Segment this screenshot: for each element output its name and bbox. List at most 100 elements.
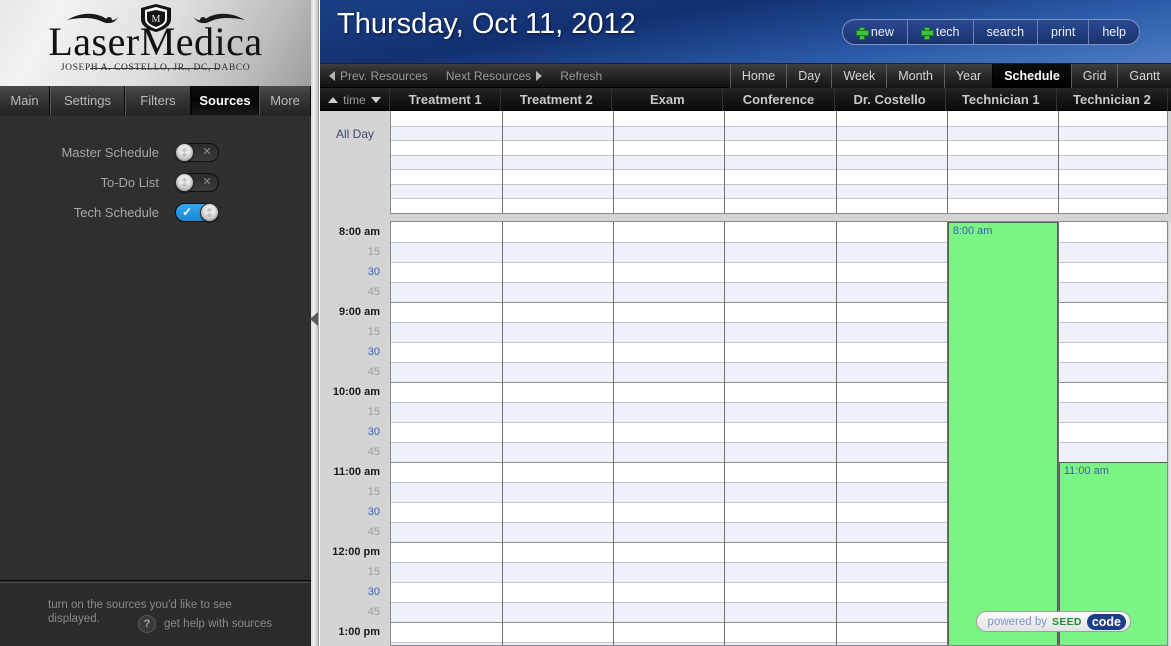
toggle-master-schedule[interactable]: ✕ <box>175 142 219 162</box>
calendar-event-time-label: 11:00 am <box>1063 465 1109 477</box>
column-header-label: Technician 2 <box>1073 92 1151 107</box>
toggle-mark: ✕ <box>202 175 212 188</box>
view-tab-gantt-label: Gantt <box>1129 69 1160 83</box>
view-tab-month-label: Month <box>898 69 933 83</box>
view-tab-schedule[interactable]: Schedule <box>992 64 1071 88</box>
tab-main[interactable]: Main <box>0 86 50 115</box>
sidebar-tabbar: Main Settings Filters Sources More <box>0 86 311 115</box>
all-day-row[interactable] <box>391 154 1167 169</box>
time-gutter: 8:00 am 15 30 45 9:00 am 15 30 45 10:00 am 15 30 45… <box>320 221 390 646</box>
sidebar-footer: turn on the sources you'd like to see di… <box>0 582 311 646</box>
all-day-row[interactable] <box>391 125 1167 140</box>
time-label-30: 30 <box>367 586 380 598</box>
time-column-header[interactable]: time <box>320 88 390 111</box>
all-day-label: All Day <box>335 127 374 141</box>
column-header-dr-costello[interactable]: Dr. Costello <box>835 88 946 111</box>
app-root: M LaserMedica JOSEPH A. COSTELLO, JR., D… <box>0 0 1171 646</box>
view-tab-month[interactable]: Month <box>886 64 944 88</box>
view-tab-day-label: Day <box>798 69 821 83</box>
all-day-row[interactable] <box>391 183 1167 198</box>
tab-more[interactable]: More <box>259 86 311 115</box>
view-tab-home-label: Home <box>741 69 776 83</box>
view-tab-grid[interactable]: Grid <box>1070 64 1118 88</box>
get-help-row[interactable]: ? get help with sources <box>138 615 272 633</box>
toggle-to-do-list[interactable]: ✕ <box>175 172 219 192</box>
seed-text: SEED <box>1052 615 1082 628</box>
all-day-row[interactable] <box>391 140 1167 155</box>
logo-wordmark: LaserMedica <box>0 19 311 65</box>
prev-resources-button[interactable]: Prev. Resources <box>320 64 437 88</box>
column-header-conference[interactable]: Conference <box>723 88 835 111</box>
time-label-45: 45 <box>367 526 380 538</box>
tab-filters[interactable]: Filters <box>125 86 191 115</box>
next-resources-button[interactable]: Next Resources <box>437 64 551 88</box>
view-tab-day[interactable]: Day <box>786 64 832 88</box>
time-label-30: 30 <box>367 426 380 438</box>
column-header-treatment-2[interactable]: Treatment 2 <box>501 88 613 111</box>
help-button[interactable]: help <box>1089 20 1139 44</box>
logo-text: LaserMedica <box>48 19 263 64</box>
powered-by-badge[interactable]: powered by SEED code <box>975 611 1131 632</box>
column-header-exam[interactable]: Exam <box>612 88 724 111</box>
all-day-row[interactable] <box>391 198 1167 213</box>
get-help-link[interactable]: get help with sources <box>164 618 272 630</box>
collapse-left-arrow-icon[interactable] <box>310 312 318 326</box>
tab-sources[interactable]: Sources <box>191 86 259 115</box>
header-button-group: new tech search print help <box>841 19 1140 45</box>
column-header-technician-2[interactable]: Technician 2 <box>1057 88 1168 111</box>
time-label-15: 15 <box>367 406 380 418</box>
view-tab-week[interactable]: Week <box>831 64 887 88</box>
toggle-knob <box>200 202 219 222</box>
calendar-event-time-label: 8:00 am <box>952 225 993 237</box>
grid-row-line <box>391 183 1167 185</box>
grid-column-divider <box>1057 111 1059 213</box>
toggle-tech-schedule[interactable]: ✓ <box>175 202 219 222</box>
column-header-technician-1[interactable]: Technician 1 <box>946 88 1057 111</box>
prev-resources-label: Prev. Resources <box>340 68 428 83</box>
column-header-treatment-1[interactable]: Treatment 1 <box>390 88 502 111</box>
all-day-row[interactable] <box>391 111 1167 126</box>
time-label-8-00-am: 8:00 am <box>339 226 380 238</box>
tab-settings-label: Settings <box>64 93 111 108</box>
sources-panel: Master Schedule ✕ To-Do List ✕ Tech Sche… <box>0 116 311 581</box>
search-button[interactable]: search <box>974 20 1039 44</box>
tech-button-label: tech <box>935 25 960 39</box>
next-resources-label: Next Resources <box>445 68 532 83</box>
print-button[interactable]: print <box>1038 20 1090 44</box>
question-mark-icon[interactable]: ? <box>138 615 156 633</box>
time-label-30: 30 <box>367 506 380 518</box>
search-button-label: search <box>986 25 1025 39</box>
tech-button[interactable]: tech <box>908 20 974 44</box>
view-tabs: Home Day Week Month Year Schedule Grid G… <box>729 64 1171 88</box>
grid-row-line <box>391 125 1167 127</box>
source-row-to-do-list: To-Do List ✕ <box>0 167 311 197</box>
all-day-grid[interactable] <box>390 111 1168 214</box>
view-tab-gantt[interactable]: Gantt <box>1117 64 1171 88</box>
grid-row-line <box>391 140 1167 141</box>
tab-main-label: Main <box>10 93 39 108</box>
toggle-mark: ✕ <box>202 145 212 158</box>
triangle-left-icon <box>329 70 335 81</box>
grid-column-divider <box>835 111 837 213</box>
tab-settings[interactable]: Settings <box>50 86 125 115</box>
view-tab-schedule-label: Schedule <box>1004 69 1060 83</box>
print-button-label: print <box>1051 25 1076 39</box>
view-tab-year[interactable]: Year <box>943 64 993 88</box>
timed-grid[interactable]: 8:00 am 11:00 am <box>390 221 1168 646</box>
time-label-45: 45 <box>367 606 380 618</box>
caret-up-icon[interactable] <box>328 96 339 103</box>
time-label-9-00-am: 9:00 am <box>339 306 380 318</box>
view-tab-year-label: Year <box>955 69 982 83</box>
view-tab-home[interactable]: Home <box>729 64 787 88</box>
time-label-12-00-pm: 12:00 pm <box>332 546 380 558</box>
source-label-tech-schedule: Tech Schedule <box>73 204 159 220</box>
tab-more-label: More <box>270 93 300 108</box>
caret-down-icon[interactable] <box>370 96 381 103</box>
grid-column-divider <box>502 222 504 645</box>
refresh-button[interactable]: Refresh <box>551 64 611 88</box>
grid-column-divider <box>724 222 726 645</box>
calendar-event[interactable]: 8:00 am <box>947 222 1058 645</box>
refresh-label: Refresh <box>560 68 603 83</box>
new-button[interactable]: new <box>843 20 908 44</box>
all-day-row[interactable] <box>391 169 1167 184</box>
